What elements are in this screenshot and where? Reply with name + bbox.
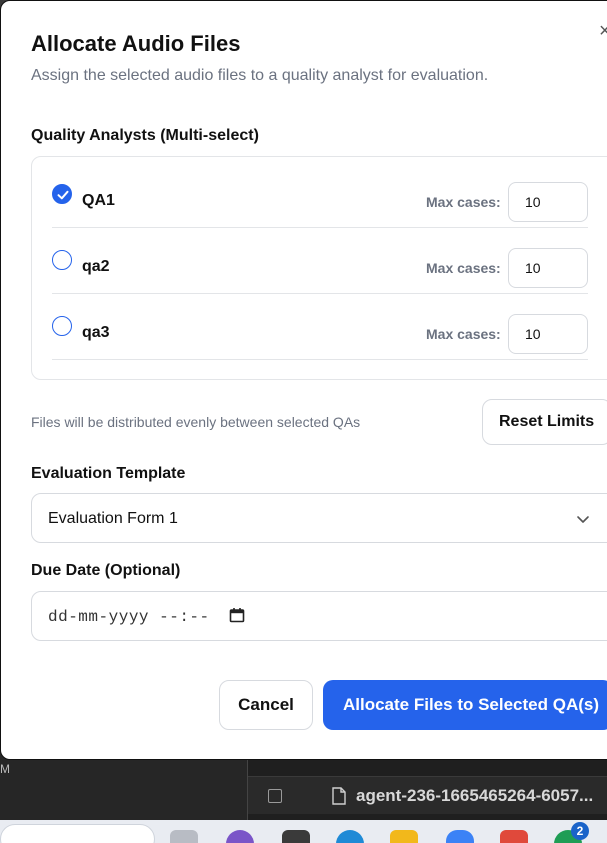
due-date-input[interactable]: dd-mm-yyyy --:--: [31, 591, 607, 641]
max-cases-input-qa3[interactable]: [508, 314, 588, 354]
analyst-name-qa3: qa3: [82, 324, 110, 341]
terminal-app-icon[interactable]: [282, 830, 310, 843]
allocate-dialog: × Allocate Audio Files Assign the select…: [0, 0, 607, 760]
analyst-row-qa2[interactable]: qa2 Max cases:: [52, 228, 588, 294]
analysts-list: QA1 Max cases: qa2 Max cases: qa3 Max ca…: [31, 156, 607, 380]
checkmark-icon: [57, 190, 69, 200]
due-date-label: Due Date (Optional): [31, 562, 181, 579]
max-cases-input-qa1[interactable]: [508, 182, 588, 222]
task-view-icon[interactable]: [170, 830, 198, 843]
max-cases-label: Max cases:: [426, 326, 501, 342]
reset-limits-button[interactable]: Reset Limits: [482, 399, 607, 445]
background-file-row[interactable]: agent-236-1665465264-6057...: [248, 776, 607, 814]
dialog-title: Allocate Audio Files: [31, 31, 241, 56]
template-select[interactable]: Evaluation Form 1: [31, 493, 607, 543]
notification-badge: 2: [571, 822, 589, 840]
file-name[interactable]: agent-236-1665465264-6057...: [356, 786, 606, 806]
taskbar: 2: [0, 820, 607, 843]
copilot-icon[interactable]: [446, 830, 474, 843]
max-cases-label: Max cases:: [426, 194, 501, 210]
close-icon[interactable]: ×: [599, 21, 607, 41]
analyst-check-qa3[interactable]: [52, 316, 72, 336]
distribution-note: Files will be distributed evenly between…: [31, 414, 361, 430]
row-checkbox[interactable]: [268, 788, 282, 803]
analyst-row-qa3[interactable]: qa3 Max cases:: [52, 294, 588, 360]
analyst-check-qa1[interactable]: [52, 184, 72, 204]
analyst-check-qa2[interactable]: [52, 250, 72, 270]
analyst-row-qa1[interactable]: QA1 Max cases:: [52, 162, 588, 228]
file-explorer-icon[interactable]: [390, 830, 418, 843]
due-date-placeholder: dd-mm-yyyy --:--: [48, 608, 210, 626]
calendar-icon[interactable]: [229, 607, 245, 623]
max-cases-label: Max cases:: [426, 260, 501, 276]
dialog-subtitle: Assign the selected audio files to a qua…: [31, 67, 489, 84]
cancel-button[interactable]: Cancel: [219, 680, 313, 730]
template-label: Evaluation Template: [31, 465, 186, 482]
background-left-text: M: [0, 762, 10, 776]
git-app-icon[interactable]: [500, 830, 528, 843]
chevron-down-icon: [577, 516, 589, 523]
max-cases-input-qa2[interactable]: [508, 248, 588, 288]
analyst-name-qa2: qa2: [82, 258, 110, 275]
taskbar-search-box[interactable]: [0, 824, 155, 843]
meet-app-icon[interactable]: [226, 830, 254, 843]
template-selected-value: Evaluation Form 1: [48, 510, 178, 527]
analyst-name-qa1: QA1: [82, 192, 115, 209]
allocate-files-button[interactable]: Allocate Files to Selected QA(s): [323, 680, 607, 730]
edge-browser-icon[interactable]: [336, 830, 364, 843]
analysts-label: Quality Analysts (Multi-select): [31, 127, 259, 144]
file-icon: [332, 786, 346, 805]
